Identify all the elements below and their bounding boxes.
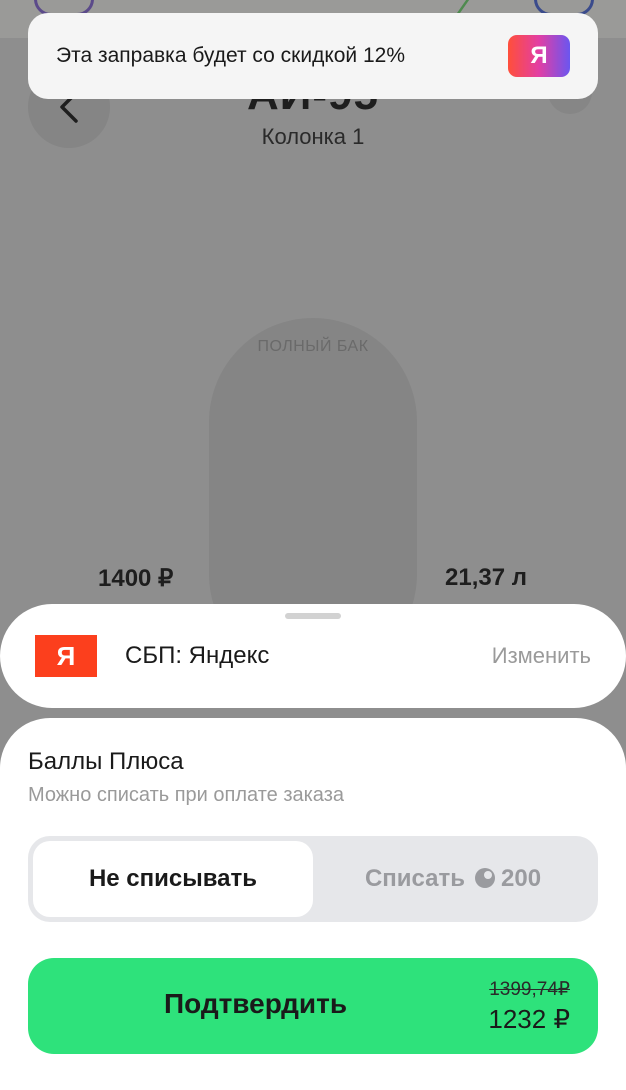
payment-method-card[interactable]: Я СБП: Яндекс Изменить: [0, 604, 626, 708]
pump-label: Колонка 1: [261, 124, 365, 149]
spend-points-option[interactable]: Списать 200: [313, 841, 593, 917]
discount-toast: Эта заправка будет со скидкой 12% Я: [28, 13, 598, 99]
toast-text: Эта заправка будет со скидкой 12%: [56, 44, 406, 67]
full-tank-label: ПОЛНЫЙ БАК: [257, 338, 369, 355]
confirm-label: Подтвердить: [163, 988, 348, 1019]
plus-subtitle: Можно списать при оплате заказа: [28, 784, 344, 806]
confirm-button[interactable]: Подтвердить 1399,74₽ 1232 ₽: [28, 958, 598, 1054]
dont-spend-option[interactable]: Не списывать: [33, 841, 313, 917]
yandex-logo-icon: Я: [35, 635, 97, 677]
amount-liters: 21,37 л: [445, 564, 527, 591]
plus-points-panel: Баллы Плюса Можно списать при оплате зак…: [0, 718, 626, 1090]
screen: × АИ-95 Колонка 1 ПОЛНЫЙ БАК 1400 ₽ 21,3…: [0, 0, 626, 1090]
payment-method-label: СБП: Яндекс: [125, 642, 270, 669]
new-price: 1232 ₽: [488, 1004, 570, 1034]
old-price: 1399,74₽: [489, 979, 570, 1000]
plus-title: Баллы Плюса: [28, 748, 184, 775]
plus-points-icon: [475, 868, 496, 888]
points-toggle: Не списывать Списать 200: [28, 836, 598, 922]
amount-rubles: 1400 ₽: [98, 565, 174, 592]
yandex-logo-icon: Я: [508, 35, 570, 77]
sheet-drag-handle[interactable]: [285, 613, 341, 619]
change-payment-button[interactable]: Изменить: [492, 643, 591, 669]
